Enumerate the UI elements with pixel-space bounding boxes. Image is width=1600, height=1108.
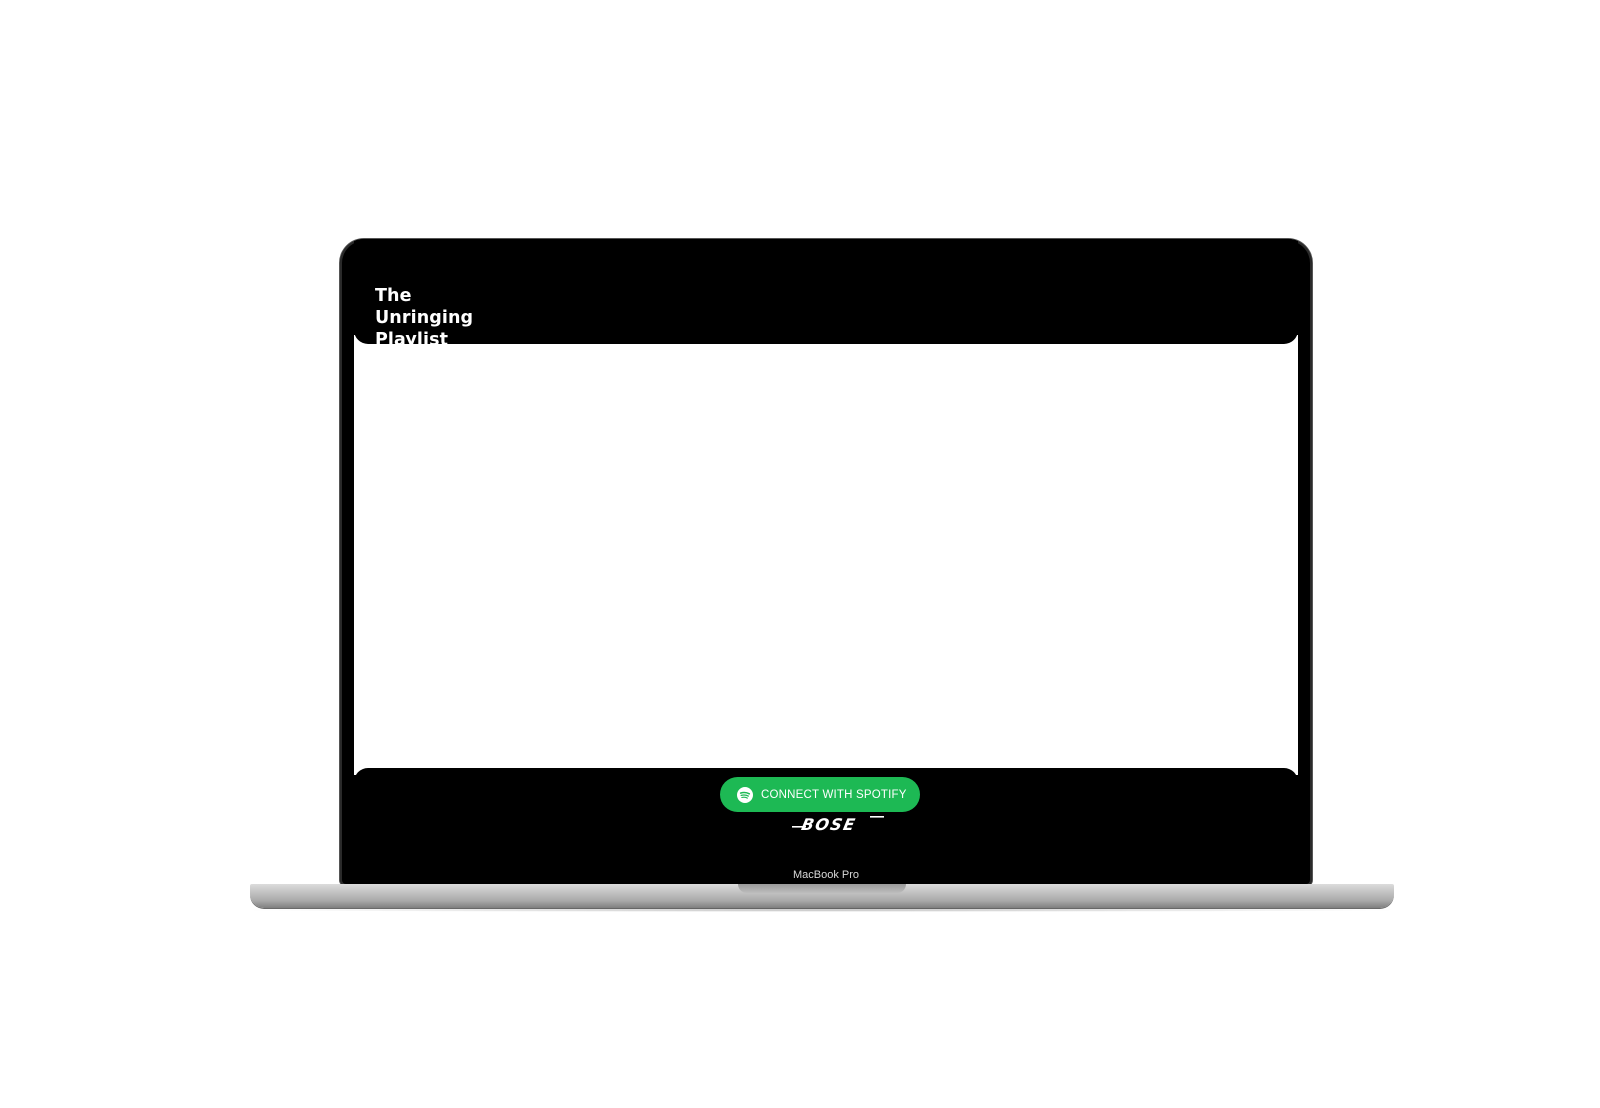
site-title[interactable]: The Unringing Playlist (375, 285, 515, 344)
laptop-notch (738, 884, 906, 893)
laptop-base (250, 884, 1394, 908)
main-content (354, 335, 1298, 775)
laptop-screen-bezel: The Unringing Playlist CONNECT WITH SPOT… (340, 239, 1312, 886)
browser-viewport: The Unringing Playlist CONNECT WITH SPOT… (354, 239, 1298, 882)
connect-spotify-button[interactable]: CONNECT WITH SPOTIFY (720, 777, 920, 812)
laptop-mockup: The Unringing Playlist CONNECT WITH SPOT… (0, 0, 1600, 1108)
site-title-line-1: The (375, 286, 412, 306)
connect-spotify-label: CONNECT WITH SPOTIFY (761, 788, 907, 801)
bose-logo: BOSE (792, 815, 884, 834)
laptop-shadow (236, 908, 1408, 912)
site-header: The Unringing Playlist (354, 239, 1298, 344)
svg-text:BOSE: BOSE (800, 815, 858, 834)
site-title-line-3: Playlist (375, 330, 449, 344)
site-title-line-2: Unringing (375, 308, 474, 328)
device-label: MacBook Pro (792, 869, 860, 881)
spotify-icon (737, 786, 753, 803)
